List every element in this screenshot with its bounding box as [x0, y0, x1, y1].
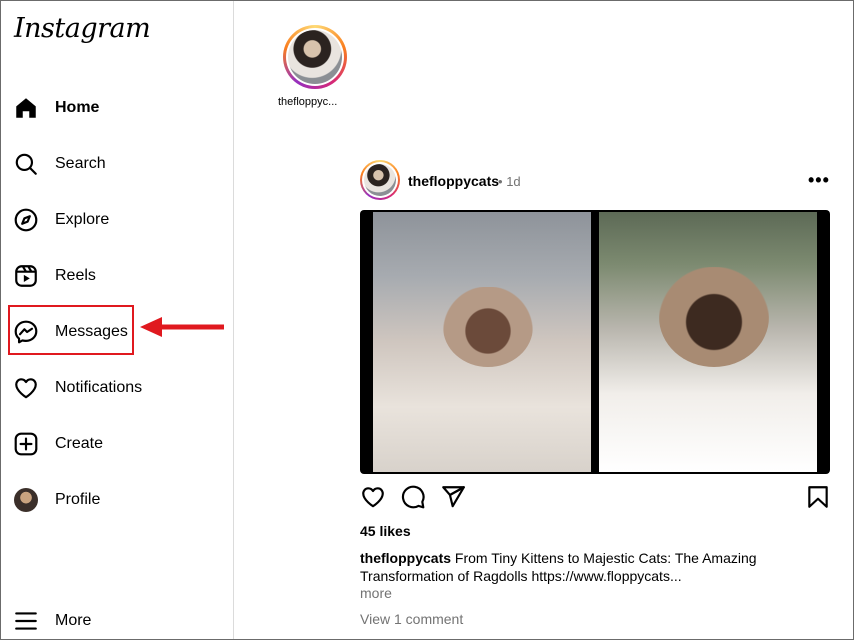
sidebar-item-label: Home: [55, 99, 100, 116]
cat-photo-left: [373, 212, 591, 472]
post-author-avatar[interactable]: [360, 160, 400, 200]
hamburger-menu-icon: [13, 608, 39, 634]
home-icon: [13, 95, 39, 121]
likes-count[interactable]: 45 likes: [360, 523, 411, 539]
sidebar-item-label: Search: [55, 155, 106, 172]
cat-photo-right: [599, 212, 817, 472]
sidebar-item-label: Reels: [55, 267, 96, 284]
sidebar-item-search[interactable]: Search: [13, 144, 106, 184]
post-caption: thefloppycats From Tiny Kittens to Majes…: [360, 549, 800, 585]
sidebar-item-label: Profile: [55, 491, 101, 508]
search-icon: [13, 151, 39, 177]
comment-icon[interactable]: [400, 484, 426, 510]
share-paper-plane-icon[interactable]: [440, 484, 466, 510]
sidebar-item-label: Explore: [55, 211, 110, 228]
sidebar-item-home[interactable]: Home: [13, 88, 99, 128]
view-comments-link[interactable]: View 1 comment: [360, 611, 463, 627]
sidebar-item-explore[interactable]: Explore: [13, 200, 109, 240]
heart-icon: [13, 375, 39, 401]
sidebar-item-label: Notifications: [55, 379, 143, 396]
avatar: [13, 487, 39, 513]
post-username[interactable]: thefloppycats: [408, 173, 499, 189]
caption-username[interactable]: thefloppycats: [360, 550, 451, 566]
post-header: thefloppycats • 1d •••: [360, 160, 830, 202]
sidebar-item-profile[interactable]: Profile: [13, 480, 100, 520]
more-options-icon[interactable]: •••: [808, 170, 830, 191]
story-username[interactable]: thefloppyc...: [278, 96, 352, 108]
story-avatar[interactable]: [283, 25, 347, 89]
sidebar-item-reels[interactable]: Reels: [13, 256, 96, 296]
post-image[interactable]: [360, 210, 830, 474]
sidebar-item-label: Create: [55, 435, 104, 452]
caption-more-link[interactable]: more: [360, 585, 392, 601]
sidebar-item-more[interactable]: More: [13, 601, 91, 641]
compass-icon: [13, 207, 39, 233]
sidebar-item-create[interactable]: Create: [13, 424, 103, 464]
plus-square-icon: [13, 431, 39, 457]
sidebar-item-label: More: [55, 612, 92, 629]
sidebar-item-notifications[interactable]: Notifications: [13, 368, 142, 408]
post-actions: [360, 484, 830, 512]
reels-icon: [13, 263, 39, 289]
annotation-highlight-box: [8, 305, 134, 355]
post-timestamp: • 1d: [498, 174, 521, 189]
save-bookmark-icon[interactable]: [805, 484, 831, 510]
instagram-logo[interactable]: Instagram: [14, 13, 151, 44]
like-heart-icon[interactable]: [360, 484, 386, 510]
story-photo: [288, 30, 342, 84]
annotation-arrow-icon: [140, 317, 224, 337]
